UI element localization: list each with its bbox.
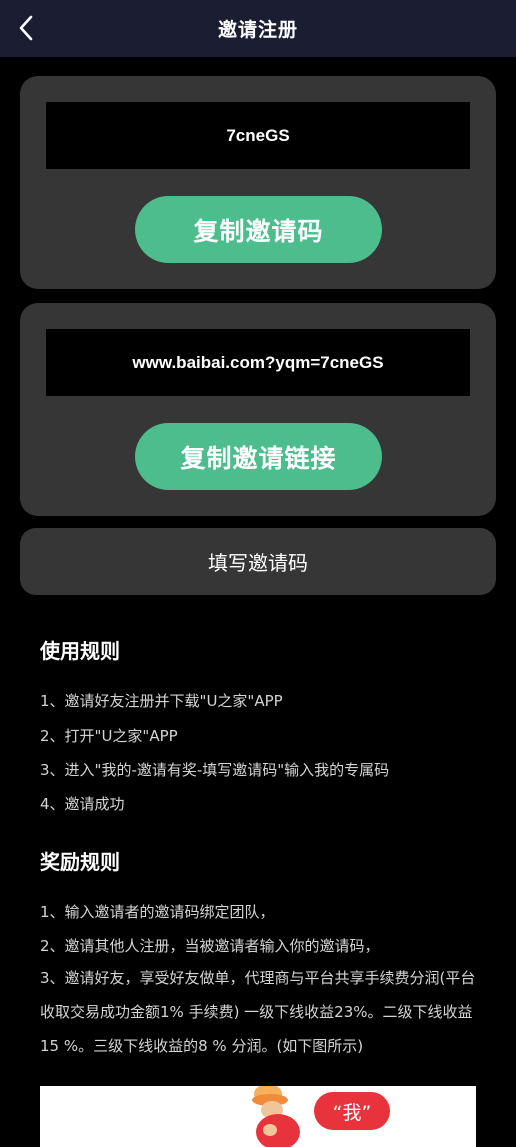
referral-illustration: “我”	[40, 1086, 476, 1147]
cartoon-character-icon	[252, 1086, 300, 1147]
reward-rule-item: 2、邀请其他人注册，当被邀请者输入你的邀请码，	[40, 937, 380, 955]
reward-rule-item: 3、邀请好友，享受好友做单，代理商与平台共享手续费分润(平台收取交易成功金额1%…	[40, 969, 476, 1055]
invite-code-display: 7cneGS	[46, 102, 470, 169]
invite-code-card: 7cneGS 复制邀请码	[20, 76, 496, 289]
fill-invite-code-button[interactable]: 填写邀请码	[20, 528, 496, 595]
reward-rules-title: 奖励规则	[40, 850, 120, 874]
usage-rule-item: 3、进入"我的-邀请有奖-填写邀请码"输入我的专属码	[40, 761, 390, 779]
invite-link-card: www.baibai.com?yqm=7cneGS 复制邀请链接	[20, 303, 496, 516]
top-nav-bar: 邀请注册	[0, 0, 516, 57]
usage-rules-title: 使用规则	[40, 639, 120, 663]
usage-rule-item: 1、邀请好友注册并下载"U之家"APP	[40, 692, 283, 710]
chevron-left-icon	[19, 15, 33, 41]
invite-link-display: www.baibai.com?yqm=7cneGS	[46, 329, 470, 396]
reward-rule-item: 1、输入邀请者的邀请码绑定团队，	[40, 903, 275, 921]
usage-rule-item: 4、邀请成功	[40, 795, 125, 813]
copy-invite-link-button[interactable]: 复制邀请链接	[135, 423, 382, 490]
copy-invite-code-button[interactable]: 复制邀请码	[135, 196, 382, 263]
speech-bubble: “我”	[314, 1092, 390, 1130]
usage-rule-item: 2、打开"U之家"APP	[40, 727, 178, 745]
page-title: 邀请注册	[217, 19, 298, 41]
back-button[interactable]	[12, 12, 40, 44]
